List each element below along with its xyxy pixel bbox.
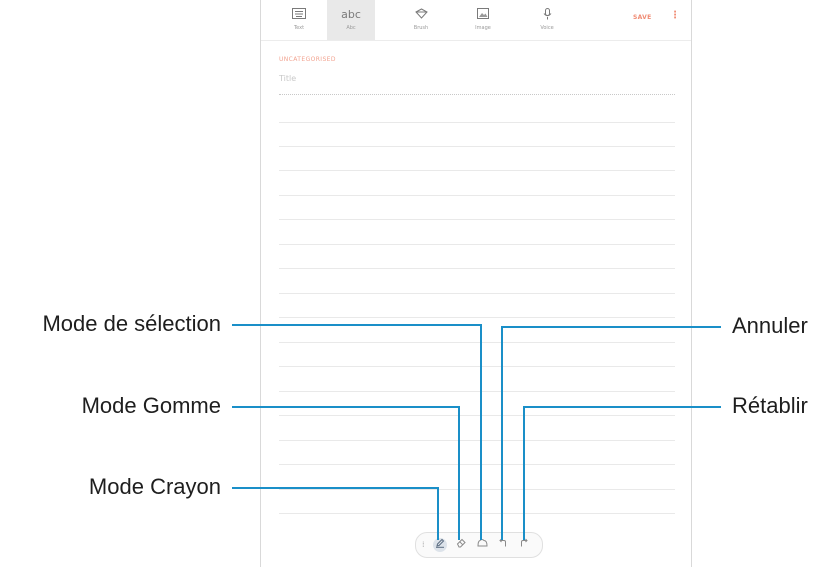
pen-callout-line [232,487,439,540]
undo-callout-line [501,326,721,540]
callout-undo: Annuler [732,313,808,338]
callout-redo: Rétablir [732,393,808,418]
eraser-callout-line [232,406,460,540]
callout-eraser-mode: Mode Gomme [81,393,221,418]
redo-callout-line [523,406,721,540]
callout-selection-mode: Mode de sélection [42,311,221,336]
callout-pen-mode: Mode Crayon [88,474,221,499]
selection-callout-line [232,324,482,540]
